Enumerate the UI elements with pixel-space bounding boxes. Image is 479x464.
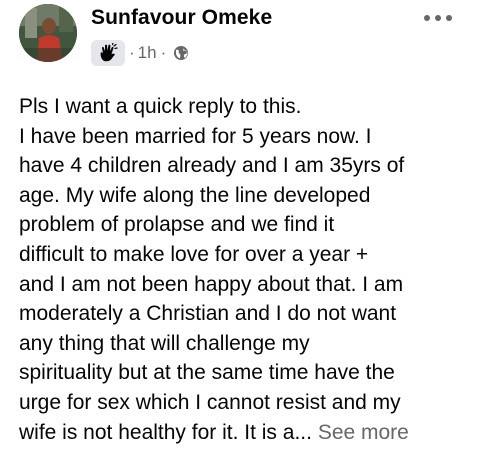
post-card: Sunfavour Omeke · 1h · Pls I want a quic…: [0, 0, 479, 464]
more-options-icon[interactable]: [420, 8, 456, 28]
post-text-line: age. My wife along the line developed: [19, 183, 371, 207]
post-text-line: any thing that will challenge my: [19, 331, 310, 355]
post-time[interactable]: 1h: [138, 43, 157, 63]
post-text-line: problem of prolapse and we find it: [19, 213, 335, 237]
avatar-photo: [19, 4, 77, 62]
post-text-line: Pls I want a quick reply to this.: [19, 95, 302, 118]
post-text-line: moderately a Christian and I do not want: [19, 302, 397, 326]
post-text-line: spirituality but at the same time have t…: [19, 361, 395, 385]
post-meta: · 1h ·: [91, 40, 189, 66]
post-text-line: wife is not healthy for it. It is a...: [19, 420, 312, 444]
post-text-line: and I am not been happy about that. I am: [19, 272, 404, 296]
post-text: Pls I want a quick reply to this. I have…: [19, 92, 474, 447]
avatar[interactable]: [19, 4, 77, 62]
meta-separator: ·: [129, 43, 135, 62]
raised-hand-icon[interactable]: [91, 40, 125, 66]
post-text-line: have 4 children already and I am 35yrs o…: [19, 154, 405, 178]
globe-icon: [173, 45, 189, 61]
see-more-link[interactable]: See more: [318, 421, 409, 444]
meta-separator: ·: [160, 43, 167, 62]
post-text-line: difficult to make love for over a year +: [19, 242, 369, 266]
author-name[interactable]: Sunfavour Omeke: [91, 6, 272, 30]
post-text-last-line: wife is not healthy for it. It is a... S…: [19, 418, 474, 448]
post-text-line: urge for sex which I cannot resist and m…: [19, 390, 401, 414]
post-text-line: I have been married for 5 years now. I: [19, 124, 372, 148]
